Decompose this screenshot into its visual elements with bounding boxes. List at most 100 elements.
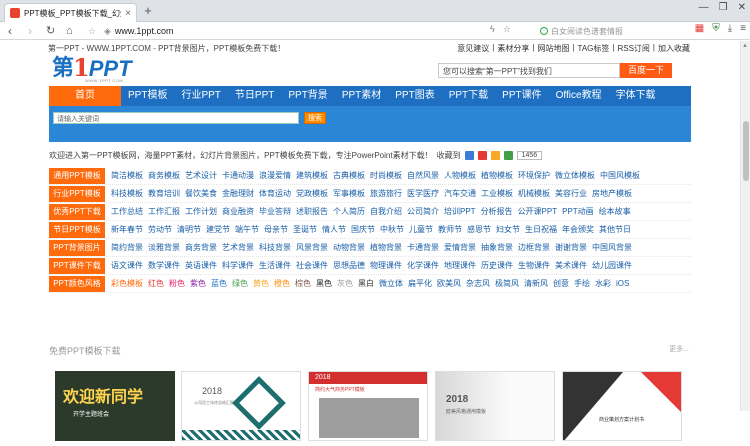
template-thumbnail[interactable]: 欢迎新同学 开学主题班会 bbox=[55, 371, 175, 441]
category-link[interactable]: 人物模板 bbox=[444, 170, 476, 181]
category-link[interactable]: 美术课件 bbox=[555, 260, 587, 271]
top-link-share[interactable]: 素材分享 bbox=[497, 43, 529, 54]
scrollbar[interactable]: ▲ bbox=[740, 41, 750, 411]
share-qzone-icon[interactable] bbox=[464, 150, 474, 160]
category-link[interactable]: 风景背景 bbox=[296, 242, 328, 253]
category-link[interactable]: 社会课件 bbox=[296, 260, 328, 271]
baidu-search-input[interactable]: 您可以搜索“第一PPT”找到我们 bbox=[438, 63, 620, 78]
back-icon[interactable]: ‹ bbox=[8, 22, 12, 40]
category-link[interactable]: 绘本故事 bbox=[599, 206, 631, 217]
category-link[interactable]: 时尚模板 bbox=[370, 170, 402, 181]
category-link[interactable]: 艺术背景 bbox=[222, 242, 254, 253]
category-link[interactable]: 手绘 bbox=[574, 278, 590, 289]
top-link-sitemap[interactable]: 网站地图 bbox=[537, 43, 569, 54]
category-link[interactable]: 抽象背景 bbox=[481, 242, 513, 253]
category-link[interactable]: 教育培训 bbox=[148, 188, 180, 199]
close-window-icon[interactable]: ✕ bbox=[738, 2, 746, 13]
category-link[interactable]: 浪漫爱情 bbox=[259, 170, 291, 181]
category-link[interactable]: PPT动画 bbox=[562, 206, 594, 217]
site-logo[interactable]: 第 1 PPT WWW.1PPT.COM bbox=[52, 53, 132, 83]
category-link[interactable]: 谢谢背景 bbox=[555, 242, 587, 253]
category-link[interactable]: 生日祝福 bbox=[525, 224, 557, 235]
category-link[interactable]: 卡通背景 bbox=[407, 242, 439, 253]
bookmark-star-icon[interactable]: ☆ bbox=[88, 22, 96, 40]
category-link[interactable]: 艺术设计 bbox=[185, 170, 217, 181]
category-label[interactable]: 行业PPT模板 bbox=[49, 185, 105, 202]
category-link[interactable]: 植物背景 bbox=[370, 242, 402, 253]
category-link[interactable]: 简约背景 bbox=[111, 242, 143, 253]
category-link[interactable]: 卡通动漫 bbox=[222, 170, 254, 181]
category-link[interactable]: 工业模板 bbox=[481, 188, 513, 199]
category-link[interactable]: 红色 bbox=[148, 278, 164, 289]
share-weibo-icon[interactable] bbox=[477, 150, 487, 160]
category-link[interactable]: 中国风模板 bbox=[600, 170, 640, 181]
category-link[interactable]: 商业融资 bbox=[222, 206, 254, 217]
category-link[interactable]: 工作汇报 bbox=[148, 206, 180, 217]
category-link[interactable]: 中国风背景 bbox=[592, 242, 632, 253]
category-link[interactable]: 母亲节 bbox=[264, 224, 288, 235]
nav-ppt-backgrounds[interactable]: PPT背景 bbox=[281, 86, 334, 106]
star-icon[interactable]: ☆ bbox=[503, 24, 511, 35]
category-link[interactable]: 科技背景 bbox=[259, 242, 291, 253]
category-link[interactable]: 动物背景 bbox=[333, 242, 365, 253]
browser-search-box[interactable]: 白女阅读色谱套情报 bbox=[540, 24, 660, 38]
category-link[interactable]: 美容行业 bbox=[555, 188, 587, 199]
category-link[interactable]: 房地产模板 bbox=[592, 188, 632, 199]
share-baidu-icon[interactable] bbox=[490, 150, 500, 160]
category-link[interactable]: 旅游旅行 bbox=[370, 188, 402, 199]
category-link[interactable]: 国庆节 bbox=[351, 224, 375, 235]
category-link[interactable]: 淡雅背景 bbox=[148, 242, 180, 253]
category-link[interactable]: 个人简历 bbox=[333, 206, 365, 217]
category-label[interactable]: 优秀PPT下载 bbox=[49, 203, 105, 220]
category-link[interactable]: 科学课件 bbox=[222, 260, 254, 271]
category-link[interactable]: 彩色模板 bbox=[111, 278, 143, 289]
restore-icon[interactable]: ❐ bbox=[719, 2, 728, 13]
category-link[interactable]: 汽车交通 bbox=[444, 188, 476, 199]
category-link[interactable]: 圣诞节 bbox=[293, 224, 317, 235]
category-link[interactable]: 商务模板 bbox=[148, 170, 180, 181]
scroll-up-icon[interactable]: ▲ bbox=[742, 43, 748, 49]
category-link[interactable]: 工作总结 bbox=[111, 206, 143, 217]
category-link[interactable]: 自我介绍 bbox=[370, 206, 402, 217]
category-link[interactable]: 述职报告 bbox=[296, 206, 328, 217]
nav-home[interactable]: 首页 bbox=[49, 86, 121, 106]
category-link[interactable]: 粉色 bbox=[169, 278, 185, 289]
template-thumbnail[interactable]: 2018 公司员工年终总结汇报 bbox=[181, 371, 301, 441]
category-link[interactable]: 黑色 bbox=[316, 278, 332, 289]
category-link[interactable]: 自然风景 bbox=[407, 170, 439, 181]
category-link[interactable]: 古典模板 bbox=[333, 170, 365, 181]
nav-ppt-download[interactable]: PPT下载 bbox=[442, 86, 495, 106]
menu-icon[interactable]: ≡ bbox=[740, 23, 746, 34]
nav-ppt-templates[interactable]: PPT模板 bbox=[121, 86, 174, 106]
category-link[interactable]: 环境保护 bbox=[518, 170, 550, 181]
category-link[interactable]: 体育运动 bbox=[259, 188, 291, 199]
category-link[interactable]: 医学医疗 bbox=[407, 188, 439, 199]
category-link[interactable]: 爱情背景 bbox=[444, 242, 476, 253]
minimize-icon[interactable]: — bbox=[699, 2, 709, 13]
category-link[interactable]: 感恩节 bbox=[467, 224, 491, 235]
category-link[interactable]: 极简风 bbox=[495, 278, 519, 289]
category-link[interactable]: 分析报告 bbox=[481, 206, 513, 217]
category-link[interactable]: 教师节 bbox=[438, 224, 462, 235]
category-link[interactable]: 思想品德 bbox=[333, 260, 365, 271]
category-link[interactable]: 物理课件 bbox=[370, 260, 402, 271]
category-link[interactable]: 建党节 bbox=[206, 224, 230, 235]
top-link-rss[interactable]: RSS订阅 bbox=[617, 43, 649, 54]
site-search-input[interactable]: 请输入关键词 bbox=[53, 112, 299, 124]
category-link[interactable]: 生活课件 bbox=[259, 260, 291, 271]
category-link[interactable]: 扁平化 bbox=[408, 278, 432, 289]
template-thumbnail[interactable]: 2018 欧美风格通用模板 bbox=[435, 371, 555, 441]
category-link[interactable]: 培训PPT bbox=[444, 206, 476, 217]
category-link[interactable]: 其他节日 bbox=[599, 224, 631, 235]
category-link[interactable]: 科技模板 bbox=[111, 188, 143, 199]
browser-tab[interactable]: PPT模板_PPT模板下载_幻灯片模 × bbox=[4, 3, 137, 22]
category-link[interactable]: 幼儿园课件 bbox=[592, 260, 632, 271]
category-link[interactable]: 机械模板 bbox=[518, 188, 550, 199]
new-tab-button[interactable]: + bbox=[140, 3, 156, 19]
category-link[interactable]: 杂志风 bbox=[466, 278, 490, 289]
category-link[interactable]: 新年春节 bbox=[111, 224, 143, 235]
category-link[interactable]: 清新风 bbox=[524, 278, 548, 289]
category-link[interactable]: 妇女节 bbox=[496, 224, 520, 235]
nav-office-tutorials[interactable]: Office教程 bbox=[549, 86, 609, 106]
category-link[interactable]: 公司简介 bbox=[407, 206, 439, 217]
